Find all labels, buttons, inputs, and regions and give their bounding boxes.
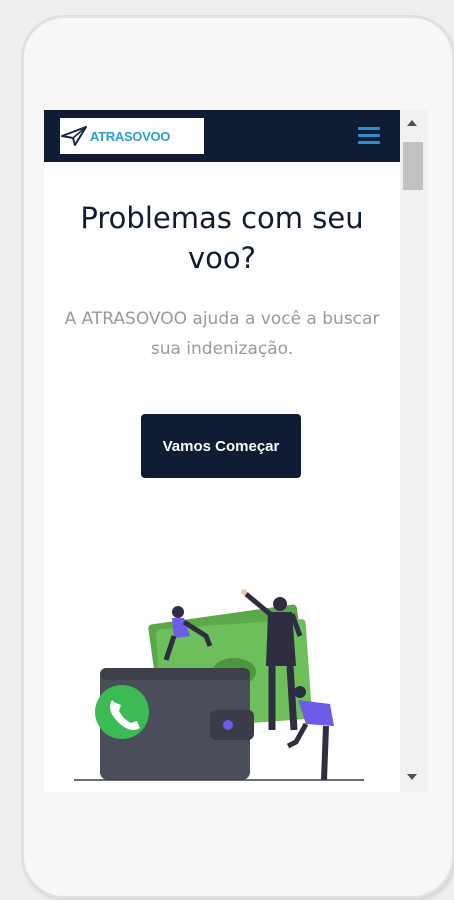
scrollbar[interactable] [400,110,428,792]
mobile-screen: ATRASOVOO Problemas com seu voo? A ATRAS… [44,110,400,792]
start-button[interactable]: Vamos Começar [141,414,301,478]
hero-subtitle: A ATRASOVOO ajuda a você a buscar sua in… [64,309,380,359]
scrollbar-thumb[interactable] [403,142,423,190]
paper-plane-icon [61,126,87,146]
wallet-money-people-illustration [74,589,364,781]
scroll-down-arrow-icon[interactable] [407,774,417,780]
scroll-up-arrow-icon[interactable] [407,120,417,126]
brand-name: ATRASOVOO [90,128,171,144]
hero-title: Problemas com seu voo? [80,201,364,275]
navbar: ATRASOVOO [44,110,400,162]
whatsapp-icon[interactable] [95,685,149,739]
hamburger-menu-icon[interactable] [358,127,380,145]
brand-logo[interactable]: ATRASOVOO [60,118,204,154]
